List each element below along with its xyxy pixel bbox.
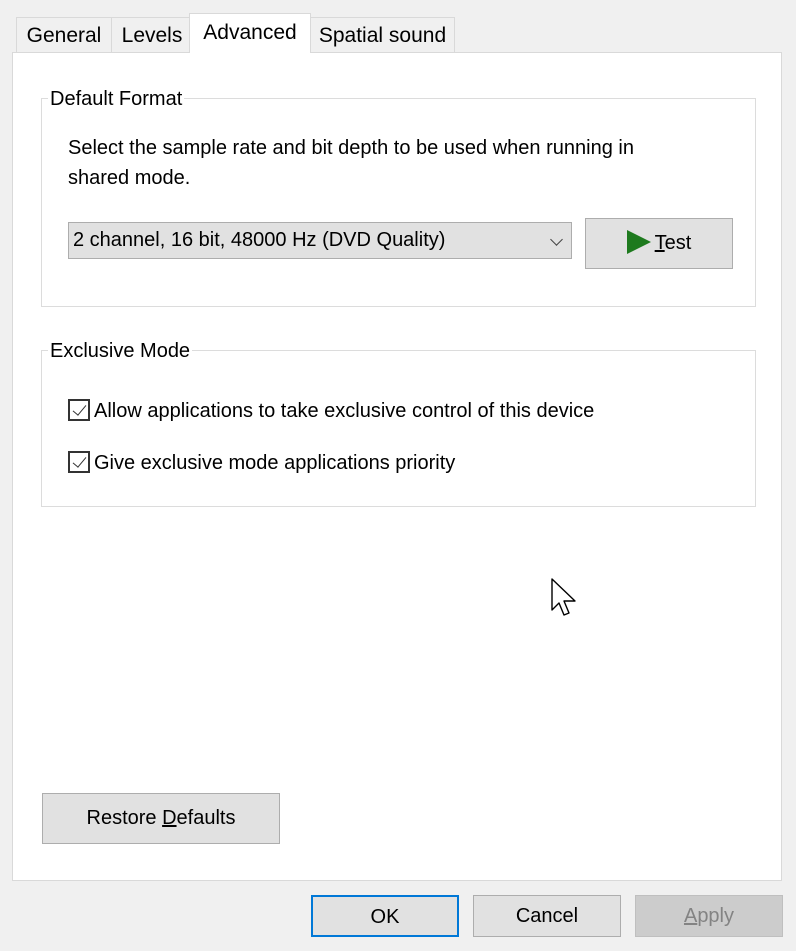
tab-advanced[interactable]: Advanced: [189, 13, 311, 53]
cancel-button[interactable]: Cancel: [473, 895, 621, 937]
allow-exclusive-control-label: Allow applications to take exclusive con…: [94, 400, 595, 422]
exclusive-priority-label: Give exclusive mode applications priorit…: [94, 452, 456, 474]
apply-mnemonic: A: [683, 905, 698, 927]
ok-button[interactable]: OK: [311, 895, 459, 937]
default-format-description: Select the sample rate and bit depth to …: [68, 133, 634, 193]
tab-spatial-sound[interactable]: Spatial sound: [310, 17, 455, 52]
restore-label-end: efaults: [176, 807, 236, 829]
apply-label: pply: [697, 905, 735, 927]
allow-exclusive-control-checkbox[interactable]: [68, 398, 90, 421]
mouse-cursor-icon: [551, 578, 576, 616]
chevron-down-icon: [550, 233, 563, 246]
default-format-group: [41, 98, 756, 307]
allow-exclusive-control-option[interactable]: Allow applications to take exclusive con…: [68, 398, 594, 424]
apply-button[interactable]: Apply: [635, 895, 783, 937]
exclusive-priority-option[interactable]: Give exclusive mode applications priorit…: [68, 450, 455, 476]
tab-levels[interactable]: Levels: [111, 17, 193, 52]
test-label: est: [664, 232, 692, 254]
default-format-legend: Default Format: [48, 88, 185, 110]
test-button[interactable]: Test: [585, 218, 733, 269]
sample-format-dropdown[interactable]: 2 channel, 16 bit, 48000 Hz (DVD Quality…: [68, 222, 572, 259]
test-mnemonic: T: [654, 232, 665, 254]
restore-mnemonic: D: [162, 807, 177, 829]
description-line-2: shared mode.: [68, 167, 191, 189]
exclusive-mode-legend: Exclusive Mode: [48, 340, 193, 362]
tab-general[interactable]: General: [16, 17, 112, 52]
restore-defaults-button[interactable]: Restore Defaults: [42, 793, 280, 844]
exclusive-priority-checkbox[interactable]: [68, 450, 90, 473]
play-icon: [626, 229, 651, 254]
restore-label-start: Restore: [86, 807, 163, 829]
tab-panel: Default Format Select the sample rate an…: [12, 52, 782, 881]
description-line-1: Select the sample rate and bit depth to …: [68, 137, 634, 159]
exclusive-mode-group: [41, 350, 756, 507]
sample-format-value: 2 channel, 16 bit, 48000 Hz (DVD Quality…: [73, 229, 446, 251]
